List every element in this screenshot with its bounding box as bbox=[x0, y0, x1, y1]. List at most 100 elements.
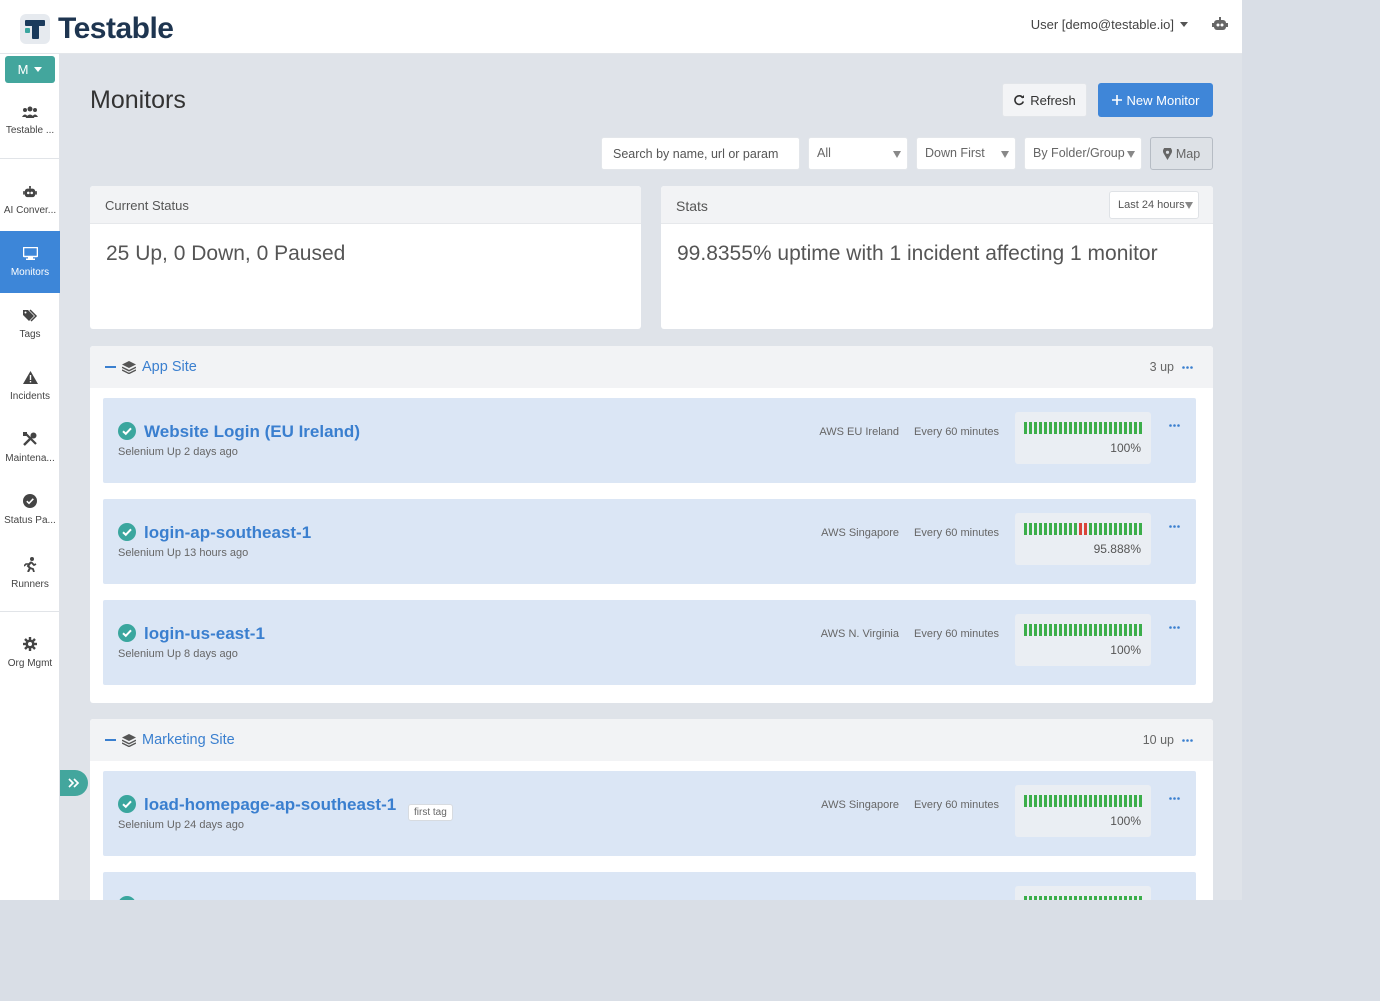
uptime-bar bbox=[1079, 795, 1082, 807]
uptime-bar bbox=[1044, 624, 1047, 636]
status-filter-value: All bbox=[817, 146, 831, 160]
uptime-bar bbox=[1024, 896, 1027, 900]
uptime-bar bbox=[1039, 795, 1042, 807]
uptime-bar bbox=[1119, 896, 1122, 900]
expand-sidebar-button[interactable] bbox=[60, 770, 88, 796]
monitor-name-link[interactable]: login-us-east-1 bbox=[144, 624, 265, 644]
sidebar-item-ai-conversations[interactable]: AI Conver... bbox=[0, 170, 60, 232]
uptime-bar bbox=[1099, 795, 1102, 807]
group-header: App Site 3 up bbox=[90, 346, 1213, 388]
uptime-bars bbox=[1024, 896, 1142, 900]
uptime-bar bbox=[1059, 795, 1062, 807]
ellipsis-icon[interactable] bbox=[1182, 365, 1193, 369]
map-button[interactable]: Map bbox=[1150, 137, 1213, 170]
sort-order-select[interactable]: Down First bbox=[916, 137, 1016, 170]
ellipsis-icon[interactable] bbox=[1169, 424, 1180, 427]
uptime-bar bbox=[1064, 422, 1067, 434]
sidebar-item-testable[interactable]: Testable ... bbox=[0, 90, 60, 152]
sidebar-item-runners[interactable]: Runners bbox=[0, 542, 60, 604]
refresh-button[interactable]: Refresh bbox=[1002, 83, 1087, 117]
uptime-bar bbox=[1054, 523, 1057, 535]
status-filter-select[interactable]: All bbox=[808, 137, 908, 170]
layers-icon bbox=[122, 733, 136, 747]
uptime-bar bbox=[1039, 624, 1042, 636]
uptime-bar bbox=[1104, 624, 1107, 636]
uptime-bar bbox=[1134, 523, 1137, 535]
monitor-region: AWS EU Ireland bbox=[819, 426, 899, 438]
uptime-bar bbox=[1034, 795, 1037, 807]
new-monitor-label: New Monitor bbox=[1126, 92, 1200, 108]
monitor-row[interactable]: Website Login (EU Ireland) Selenium Up 2… bbox=[103, 398, 1196, 483]
uptime-bar bbox=[1139, 422, 1142, 434]
uptime-bar bbox=[1074, 523, 1077, 535]
sidebar-item-status-pages[interactable]: Status Pa... bbox=[0, 479, 60, 541]
uptime-bar bbox=[1129, 523, 1132, 535]
ellipsis-icon[interactable] bbox=[1169, 525, 1180, 528]
tag-badge[interactable]: first tag bbox=[408, 804, 453, 821]
org-switcher-button[interactable]: M bbox=[5, 56, 55, 83]
new-monitor-button[interactable]: New Monitor bbox=[1098, 83, 1213, 117]
monitor-row[interactable] bbox=[103, 872, 1196, 900]
uptime-bar bbox=[1029, 896, 1032, 900]
uptime-bar bbox=[1069, 422, 1072, 434]
uptime-bar bbox=[1069, 624, 1072, 636]
robot-icon[interactable] bbox=[1212, 17, 1228, 36]
uptime-bar bbox=[1059, 896, 1062, 900]
sidebar-item-label: Testable ... bbox=[5, 125, 55, 136]
ellipsis-icon[interactable] bbox=[1169, 626, 1180, 629]
logo[interactable]: Testable bbox=[20, 12, 174, 46]
ellipsis-icon[interactable] bbox=[1169, 797, 1180, 800]
uptime-bar bbox=[1114, 422, 1117, 434]
sidebar-item-org-mgmt[interactable]: Org Mgmt bbox=[0, 622, 60, 684]
uptime-bar bbox=[1099, 422, 1102, 434]
tags-icon bbox=[22, 308, 37, 322]
uptime-bar bbox=[1049, 422, 1052, 434]
monitor-frequency: Every 60 minutes bbox=[914, 527, 999, 539]
user-menu[interactable]: User [demo@testable.io] bbox=[1031, 17, 1188, 32]
monitor-name-link[interactable]: Website Login (EU Ireland) bbox=[144, 422, 360, 442]
uptime-bars bbox=[1024, 422, 1142, 434]
monitor-name-link[interactable]: login-ap-southeast-1 bbox=[144, 523, 311, 543]
monitor-frequency: Every 60 minutes bbox=[914, 799, 999, 811]
uptime-bar bbox=[1089, 795, 1092, 807]
sidebar-item-monitors[interactable]: Monitors bbox=[0, 231, 60, 293]
sidebar-item-tags[interactable]: Tags bbox=[0, 293, 60, 355]
ellipsis-icon[interactable] bbox=[1182, 738, 1193, 742]
monitor-name-link[interactable]: load-homepage-ap-southeast-1 bbox=[144, 795, 396, 815]
sidebar-item-incidents[interactable]: Incidents bbox=[0, 355, 60, 417]
uptime-bar bbox=[1024, 795, 1027, 807]
monitor-frequency: Every 60 minutes bbox=[914, 628, 999, 640]
uptime-bar bbox=[1029, 795, 1032, 807]
monitor-row[interactable]: login-us-east-1 Selenium Up 8 days ago A… bbox=[103, 600, 1196, 685]
uptime-bar bbox=[1079, 422, 1082, 434]
uptime-bar bbox=[1099, 523, 1102, 535]
uptime-widget: 100% bbox=[1015, 412, 1151, 464]
uptime-bar bbox=[1064, 795, 1067, 807]
uptime-bar bbox=[1129, 422, 1132, 434]
uptime-bar bbox=[1114, 896, 1117, 900]
group-toggle[interactable]: Marketing Site bbox=[105, 732, 235, 748]
search-input[interactable]: Search by name, url or param bbox=[601, 137, 800, 170]
monitor-row[interactable]: load-homepage-ap-southeast-1 first tag S… bbox=[103, 771, 1196, 856]
uptime-bar bbox=[1049, 896, 1052, 900]
monitor-region: AWS Singapore bbox=[821, 799, 899, 811]
uptime-bar bbox=[1094, 896, 1097, 900]
uptime-bar bbox=[1024, 422, 1027, 434]
grouping-select[interactable]: By Folder/Group bbox=[1024, 137, 1142, 170]
monitor-row[interactable]: login-ap-southeast-1 Selenium Up 13 hour… bbox=[103, 499, 1196, 584]
uptime-bar bbox=[1044, 896, 1047, 900]
group-toggle[interactable]: App Site bbox=[105, 359, 197, 375]
monitor-subtitle: Selenium Up 8 days ago bbox=[118, 648, 238, 660]
uptime-widget bbox=[1015, 886, 1151, 900]
uptime-bar bbox=[1104, 422, 1107, 434]
uptime-bar bbox=[1059, 523, 1062, 535]
gear-icon bbox=[23, 637, 37, 651]
uptime-bar bbox=[1139, 896, 1142, 900]
uptime-bar bbox=[1089, 896, 1092, 900]
sidebar-item-maintenance[interactable]: Maintena... bbox=[0, 417, 60, 479]
stats-range-select[interactable]: Last 24 hours bbox=[1109, 191, 1199, 219]
monitor-group: App Site 3 up Website Login (EU Ireland)… bbox=[90, 346, 1213, 703]
uptime-bars bbox=[1024, 795, 1142, 807]
uptime-bar bbox=[1069, 523, 1072, 535]
uptime-bar bbox=[1079, 624, 1082, 636]
